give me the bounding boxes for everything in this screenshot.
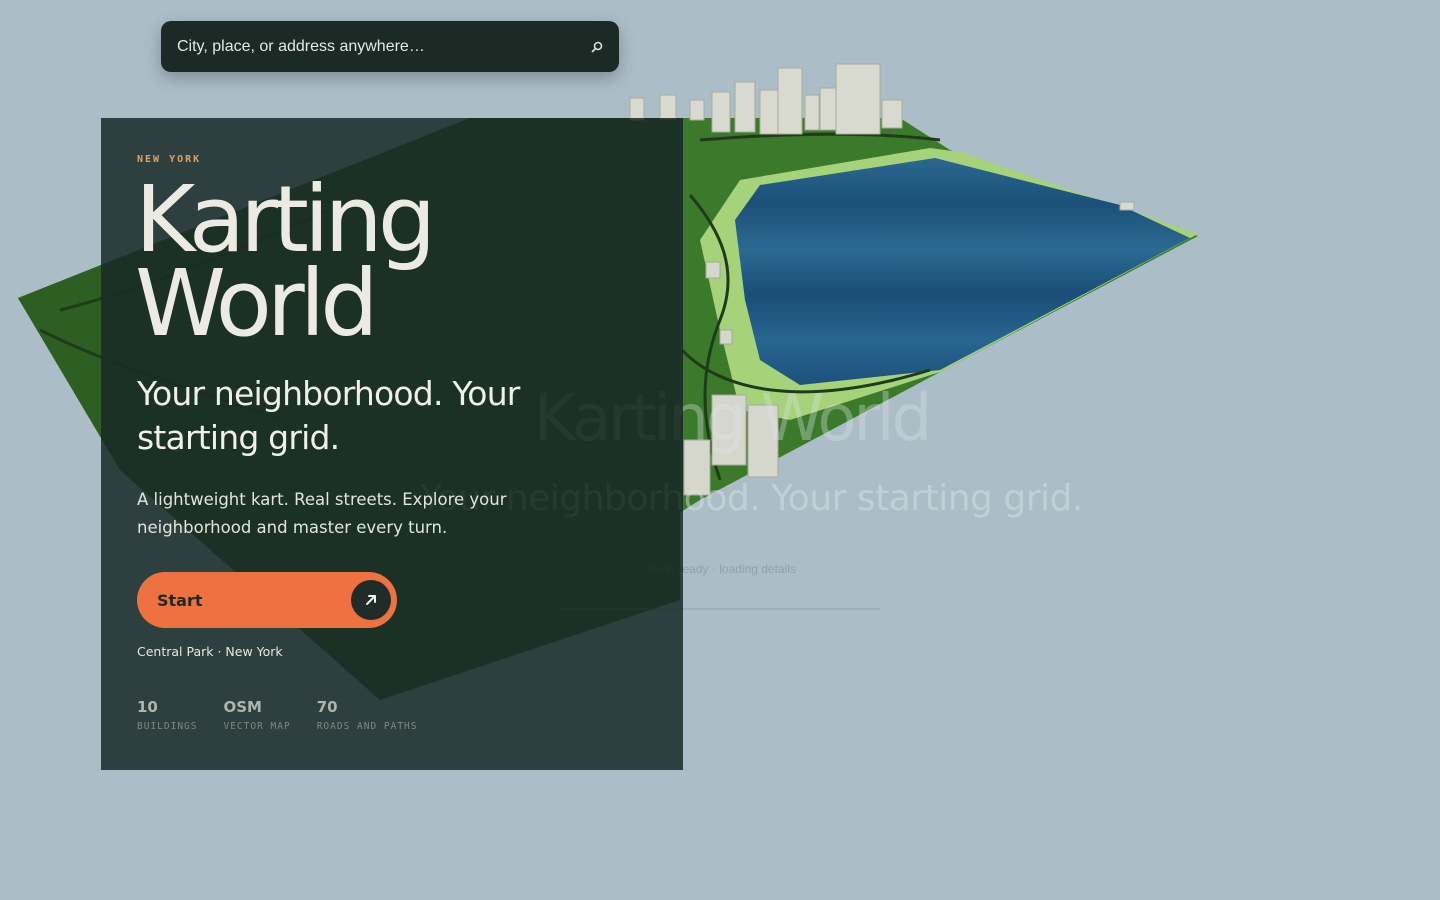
start-button[interactable]: Start bbox=[137, 572, 397, 628]
stat-value: OSM bbox=[223, 698, 262, 716]
title-line-2: World bbox=[135, 250, 379, 357]
stat-buildings: 10 BUILDINGS bbox=[137, 698, 197, 732]
city-eyebrow: NEW YORK bbox=[137, 154, 202, 165]
hero-tagline: Your neighborhood. Your starting grid. bbox=[137, 374, 520, 457]
reservoir-water bbox=[735, 158, 1190, 385]
stats-row: 10 BUILDINGS OSM VECTOR MAP 70 ROADS AND… bbox=[137, 698, 443, 732]
stat-label: ROADS AND PATHS bbox=[316, 721, 418, 732]
search-input[interactable] bbox=[161, 21, 575, 72]
location-label: Central Park · New York bbox=[137, 644, 283, 659]
start-button-label: Start bbox=[157, 590, 203, 610]
stat-label: BUILDINGS bbox=[137, 721, 198, 732]
hero-description: A lightweight kart. Real streets. Explor… bbox=[137, 490, 507, 537]
stat-label: VECTOR MAP bbox=[223, 721, 291, 732]
stat-roads: 70 ROADS AND PATHS bbox=[317, 698, 418, 732]
stat-map-source: OSM VECTOR MAP bbox=[223, 698, 290, 732]
search-button[interactable] bbox=[575, 21, 619, 72]
arrow-up-right-icon bbox=[351, 580, 391, 620]
search-icon bbox=[591, 41, 603, 52]
app-title: Karting World bbox=[135, 174, 555, 350]
stat-value: 10 bbox=[137, 698, 158, 716]
search-bar bbox=[161, 21, 619, 72]
hero-panel: NEW YORK Karting World Your neighborhood.… bbox=[101, 118, 683, 770]
stat-value: 70 bbox=[316, 698, 338, 716]
